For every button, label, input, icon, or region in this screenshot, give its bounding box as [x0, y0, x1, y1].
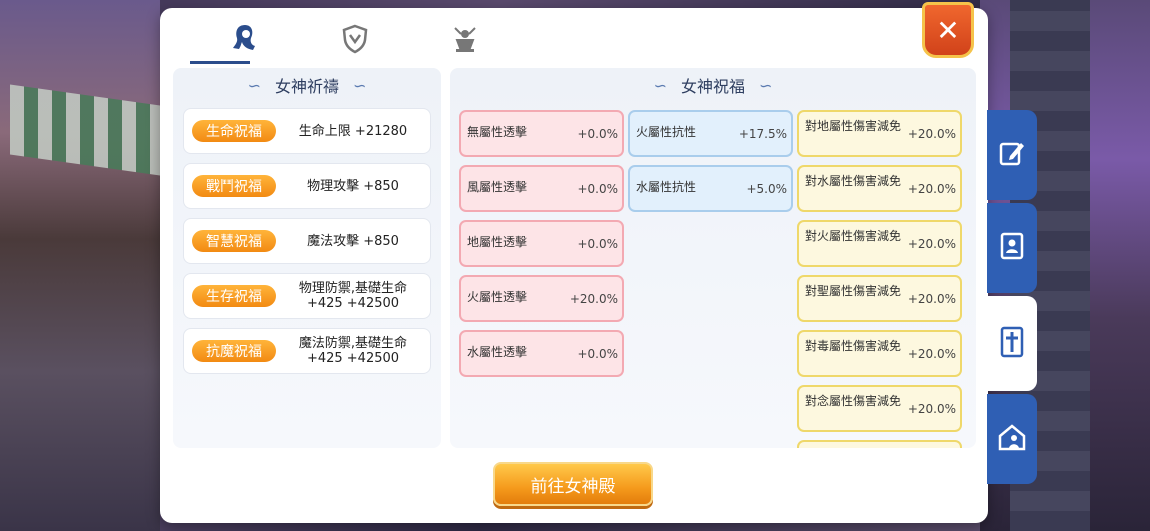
blessing-section-header: ∽ 女神祝福 ∽: [450, 68, 976, 102]
edit-icon: [997, 138, 1027, 172]
prayer-section: ∽ 女神祈禱 ∽ 生命祝福 生命上限 +21280 戰鬥祝福 物理攻擊 +850…: [173, 68, 441, 448]
blessing-cell: 對水屬性傷害減免 +20.0%: [797, 165, 962, 212]
blessing-section-title: 女神祝福: [680, 77, 745, 96]
contacts-book-icon: [997, 231, 1027, 265]
blessing-cell-empty: [628, 385, 793, 432]
goddess-panel: ✕ ∽ 女神祈禱 ∽ 生命祝福 生命上限 +21280 戰鬥祝福 物理攻擊 +8…: [160, 2, 988, 523]
blessing-value: +0.0%: [577, 347, 618, 361]
blessing-name: 對水屬性傷害減免: [805, 174, 902, 188]
blessing-name: 火屬性透擊: [467, 290, 528, 304]
blessing-name: 水屬性透擊: [467, 345, 528, 359]
blessing-name: 地屬性透擊: [467, 235, 528, 249]
blessing-name: 無屬性透擊: [467, 125, 528, 139]
prayer-item: 戰鬥祝福 物理攻擊 +850: [183, 163, 431, 209]
blessing-cell-empty: [628, 275, 793, 322]
blessing-name: 對念屬性傷害減免: [805, 394, 902, 408]
blessing-section: ∽ 女神祝福 ∽ 無屬性透擊 +0.0% 火屬性抗性 +17.5% 對地屬性傷害…: [450, 68, 976, 448]
blessing-value: +20.0%: [907, 127, 956, 141]
blessing-cell-empty: [459, 385, 624, 432]
blessing-cell: 無屬性透擊 +0.0%: [459, 110, 624, 157]
blessing-cell-empty: [628, 440, 793, 448]
blessing-value: +0.0%: [577, 127, 618, 141]
prayer-badge: 戰鬥祝福: [192, 175, 276, 197]
side-tab-home[interactable]: [987, 394, 1037, 484]
prayer-badge: 抗魔祝福: [192, 340, 276, 362]
blessing-value: +0.0%: [577, 182, 618, 196]
blessing-value: +20.0%: [907, 347, 956, 361]
blessing-cell: 水屬性抗性 +5.0%: [628, 165, 793, 212]
tab-statue[interactable]: [410, 16, 520, 66]
side-tab-goddess[interactable]: [987, 296, 1037, 391]
cross-icon: [997, 325, 1027, 363]
blessing-cell: 水屬性透擊 +0.0%: [459, 330, 624, 377]
blessing-cell-partial: [797, 440, 962, 448]
blessing-value: +20.0%: [907, 182, 956, 196]
go-to-temple-button[interactable]: 前往女神殿: [493, 462, 653, 506]
tab-shield[interactable]: [300, 16, 410, 66]
blessing-value: +20.0%: [907, 292, 956, 306]
blessing-cell-empty: [628, 220, 793, 267]
blessing-cell: 火屬性抗性 +17.5%: [628, 110, 793, 157]
panel-tabs: [190, 16, 520, 66]
prayer-badge: 生命祝福: [192, 120, 276, 142]
blessing-name: 對聖屬性傷害減免: [805, 284, 902, 298]
prayer-item: 智慧祝福 魔法攻擊 +850: [183, 218, 431, 264]
blessing-name: 對地屬性傷害減免: [805, 119, 902, 133]
prayer-section-header: ∽ 女神祈禱 ∽: [173, 68, 441, 102]
blessing-cell: 對聖屬性傷害減免 +20.0%: [797, 275, 962, 322]
blessing-cell-empty: [628, 330, 793, 377]
blessing-cell: 對毒屬性傷害減免 +20.0%: [797, 330, 962, 377]
side-tab-edit[interactable]: [987, 110, 1037, 200]
prayer-badge: 智慧祝福: [192, 230, 276, 252]
blessing-value: +17.5%: [738, 127, 787, 141]
blessing-value: +0.0%: [577, 237, 618, 251]
blessing-cell: 對火屬性傷害減免 +20.0%: [797, 220, 962, 267]
side-tabs: [987, 110, 1037, 487]
prayer-value: 生命上限 +21280: [298, 123, 408, 139]
prayer-item: 生命祝福 生命上限 +21280: [183, 108, 431, 154]
blessing-grid: 無屬性透擊 +0.0% 火屬性抗性 +17.5% 對地屬性傷害減免 +20.0%…: [459, 110, 969, 448]
prayer-item: 生存祝福 物理防禦,基礎生命 +425 +42500: [183, 273, 431, 319]
home-person-icon: [996, 422, 1028, 456]
blessing-cell: 火屬性透擊 +20.0%: [459, 275, 624, 322]
prayer-list: 生命祝福 生命上限 +21280 戰鬥祝福 物理攻擊 +850 智慧祝福 魔法攻…: [173, 102, 441, 389]
blessing-value: +20.0%: [569, 292, 618, 306]
swirl-decoration-icon: ∽: [759, 75, 773, 95]
blessing-name: 水屬性抗性: [636, 180, 697, 194]
blessing-cell: 對念屬性傷害減免 +20.0%: [797, 385, 962, 432]
blessing-name: 火屬性抗性: [636, 125, 697, 139]
prayer-value: 物理攻擊 +850: [307, 178, 399, 194]
blessing-name: 對火屬性傷害減免: [805, 229, 902, 243]
prayer-badge: 生存祝福: [192, 285, 276, 307]
blessing-value: +20.0%: [907, 402, 956, 416]
shield-icon: [341, 24, 369, 58]
side-tab-contacts[interactable]: [987, 203, 1037, 293]
blessing-value: +5.0%: [746, 182, 787, 196]
close-button[interactable]: ✕: [922, 2, 974, 58]
swirl-decoration-icon: ∽: [653, 75, 667, 95]
swirl-decoration-icon: ∽: [247, 75, 261, 95]
statue-icon: [451, 24, 479, 58]
prayer-item: 抗魔祝福 魔法防禦,基礎生命 +425 +42500: [183, 328, 431, 374]
tab-goddess[interactable]: [190, 16, 300, 66]
blessing-name: 對毒屬性傷害減免: [805, 339, 902, 353]
scene-background-left: [0, 0, 160, 531]
prayer-value: 魔法攻擊 +850: [307, 233, 399, 249]
prayer-section-title: 女神祈禱: [274, 77, 339, 96]
prayer-value: 魔法防禦,基礎生命 +425 +42500: [298, 336, 408, 366]
blessing-cell: 風屬性透擊 +0.0%: [459, 165, 624, 212]
blessing-value: +20.0%: [907, 237, 956, 251]
prayer-value: 物理防禦,基礎生命 +425 +42500: [298, 281, 408, 311]
swirl-decoration-icon: ∽: [353, 75, 367, 95]
blessing-cell: 地屬性透擊 +0.0%: [459, 220, 624, 267]
blessing-cell: 對地屬性傷害減免 +20.0%: [797, 110, 962, 157]
blessing-cell-empty: [459, 440, 624, 448]
goddess-icon: [229, 22, 261, 60]
blessing-name: 風屬性透擊: [467, 180, 528, 194]
